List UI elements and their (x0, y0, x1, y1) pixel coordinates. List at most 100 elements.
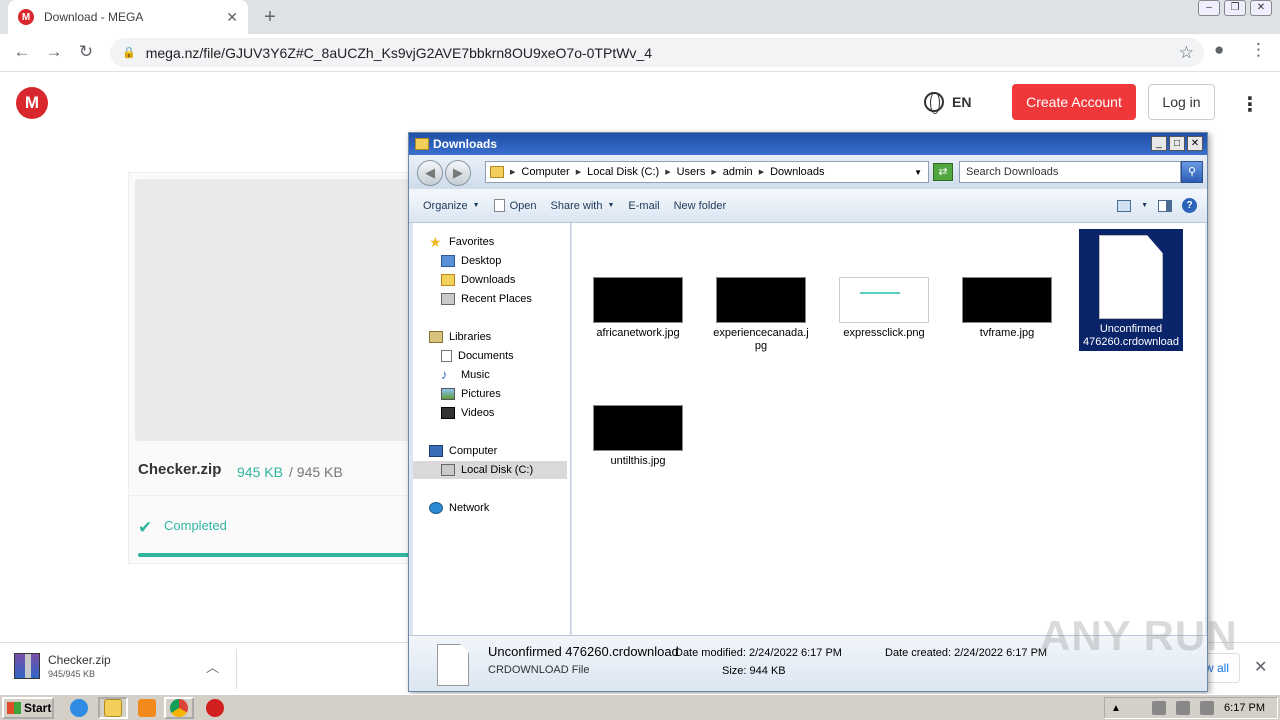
close-window-button[interactable]: ✕ (1250, 0, 1272, 16)
shelf-close-icon[interactable]: ✕ (1254, 657, 1267, 677)
reload-icon[interactable]: ↻ (74, 40, 98, 64)
breadcrumb-local-disk[interactable]: Local Disk (C:) (587, 166, 659, 178)
url-text[interactable]: mega.nz/file/GJUV3Y6Z#C_8aUCZh_Ks9vjG2AV… (146, 45, 1179, 61)
more-options-icon[interactable]: ⋮ (1240, 92, 1260, 117)
create-account-button[interactable]: Create Account (1012, 84, 1136, 120)
chrome-icon[interactable] (170, 699, 188, 717)
tab-close-icon[interactable]: ✕ (226, 9, 238, 26)
nav-videos[interactable]: Videos (441, 404, 494, 422)
nav-documents[interactable]: Documents (441, 347, 514, 365)
nav-recent-places[interactable]: Recent Places (441, 290, 532, 308)
nav-libraries[interactable]: Libraries (429, 328, 491, 346)
file-list: africanetwork.jpg experiencecanada.j pg … (572, 223, 1205, 635)
explorer-close-button[interactable]: ✕ (1187, 136, 1203, 151)
share-with-button[interactable]: Share with ▼ (551, 200, 615, 212)
nav-network[interactable]: Network (429, 499, 489, 517)
file-item[interactable]: experiencecanada.j pg (709, 277, 813, 353)
stop-icon[interactable] (206, 699, 224, 717)
organize-button[interactable]: Organize ▼ (423, 200, 480, 212)
address-bar[interactable]: 🔒 mega.nz/file/GJUV3Y6Z#C_8aUCZh_Ks9vjG2… (110, 38, 1204, 67)
help-icon[interactable]: ? (1182, 198, 1197, 213)
browser-toolbar: ← → ↻ 🔒 mega.nz/file/GJUV3Y6Z#C_8aUCZh_K… (0, 34, 1280, 72)
back-icon[interactable]: ← (10, 40, 34, 64)
progress-bar (138, 553, 418, 557)
minimize-button[interactable]: – (1198, 0, 1220, 16)
file-item[interactable]: untilthis.jpg (586, 405, 690, 468)
breadcrumb-computer[interactable]: Computer (521, 166, 569, 178)
nav-desktop[interactable]: Desktop (441, 252, 501, 270)
change-view-icon[interactable] (1117, 199, 1132, 212)
nav-pictures[interactable]: Pictures (441, 385, 501, 403)
image-thumbnail (839, 277, 929, 323)
browser-tab[interactable]: M Download - MEGA ✕ (8, 0, 248, 34)
shelf-divider (236, 649, 237, 689)
view-dropdown-icon[interactable]: ▼ (1141, 202, 1148, 209)
pictures-icon (441, 388, 455, 400)
profile-icon[interactable]: ● (1214, 40, 1224, 60)
nav-downloads[interactable]: Downloads (441, 271, 515, 289)
nav-favorites[interactable]: ★ Favorites (429, 233, 494, 251)
navigation-pane: ★ Favorites Desktop Downloads Recent Plac… (413, 223, 571, 635)
explorer-address-bar[interactable]: ▶ Computer ▶ Local Disk (C:) ▶ Users ▶ a… (485, 161, 929, 183)
recent-places-icon (441, 293, 455, 305)
chevron-up-icon[interactable]: ︿ (206, 657, 219, 676)
size-downloaded: 945 KB (237, 464, 283, 480)
open-button[interactable]: Open (493, 199, 537, 212)
explorer-forward-icon[interactable]: ▶ (445, 160, 471, 186)
search-icon[interactable]: ⚲ (1181, 161, 1203, 183)
chrome-menu-icon[interactable]: ⋮ (1250, 40, 1267, 60)
start-button[interactable]: Start (2, 697, 54, 719)
tab-strip: M Download - MEGA ✕ + – ❐ ✕ (0, 0, 1280, 34)
card-divider (129, 495, 427, 496)
breadcrumb-users[interactable]: Users (677, 166, 706, 178)
login-button[interactable]: Log in (1148, 84, 1215, 120)
image-thumbnail (593, 405, 683, 451)
nav-computer[interactable]: Computer (429, 442, 497, 460)
address-dropdown-icon[interactable]: ▼ (914, 168, 922, 177)
command-bar: Organize ▼ Open Share with ▼ E-mail New fo… (409, 189, 1207, 223)
file-item-selected[interactable]: Unconfirmed 476260.crdownload (1079, 229, 1183, 351)
check-icon: ✔ (138, 518, 153, 537)
explorer-title-bar[interactable]: Downloads _ □ ✕ (409, 133, 1207, 155)
refresh-icon[interactable]: ⇄ (933, 163, 953, 181)
file-name: Checker.zip (138, 461, 222, 478)
volume-icon[interactable] (1152, 701, 1167, 715)
language-selector[interactable]: EN (924, 92, 971, 114)
file-item[interactable]: africanetwork.jpg (586, 277, 690, 340)
new-tab-button[interactable]: + (258, 5, 282, 29)
restore-button[interactable]: ❐ (1224, 0, 1246, 16)
details-date-created: Date created: 2/24/2022 6:17 PM (885, 647, 1048, 659)
clock[interactable]: 6:17 PM (1224, 702, 1265, 714)
explorer-back-icon[interactable]: ◀ (417, 160, 443, 186)
download-item[interactable]: Checker.zip 945/945 KB (14, 653, 111, 679)
explorer-minimize-button[interactable]: _ (1151, 136, 1167, 151)
media-player-icon[interactable] (138, 699, 156, 717)
email-button[interactable]: E-mail (628, 200, 659, 212)
breadcrumb-downloads[interactable]: Downloads (770, 166, 824, 178)
nav-local-disk[interactable]: Local Disk (C:) (413, 461, 567, 479)
preview-pane-icon[interactable] (1158, 199, 1172, 212)
internet-explorer-icon[interactable] (70, 699, 88, 717)
tray-expand-icon[interactable]: ▲ (1111, 703, 1121, 714)
new-folder-button[interactable]: New folder (674, 200, 727, 212)
forward-icon[interactable]: → (42, 40, 66, 64)
explorer-maximize-button[interactable]: □ (1169, 136, 1185, 151)
bookmark-star-icon[interactable]: ☆ (1179, 43, 1194, 63)
details-file-name: Unconfirmed 476260.crdownload (488, 644, 679, 659)
search-input[interactable]: Search Downloads (959, 161, 1181, 183)
folder-taskbar-icon[interactable] (104, 699, 122, 717)
mega-logo[interactable]: M (16, 87, 48, 119)
music-icon: ♪ (441, 367, 448, 382)
file-item[interactable]: expressclick.png (832, 277, 936, 340)
file-item[interactable]: tvframe.jpg (955, 277, 1059, 340)
breadcrumb-admin[interactable]: admin (723, 166, 753, 178)
action-center-flag-icon[interactable] (1200, 701, 1215, 715)
file-preview (135, 179, 427, 441)
window-controls: – ❐ ✕ (1198, 0, 1272, 16)
blank-document-icon (1099, 235, 1163, 319)
nav-music[interactable]: ♪ Music (441, 366, 490, 384)
download-card: Checker.zip 945 KB / 945 KB ✔ Completed (128, 172, 428, 564)
tab-title: Download - MEGA (44, 10, 144, 24)
network-tray-icon[interactable] (1176, 701, 1191, 715)
libraries-icon (429, 331, 443, 343)
